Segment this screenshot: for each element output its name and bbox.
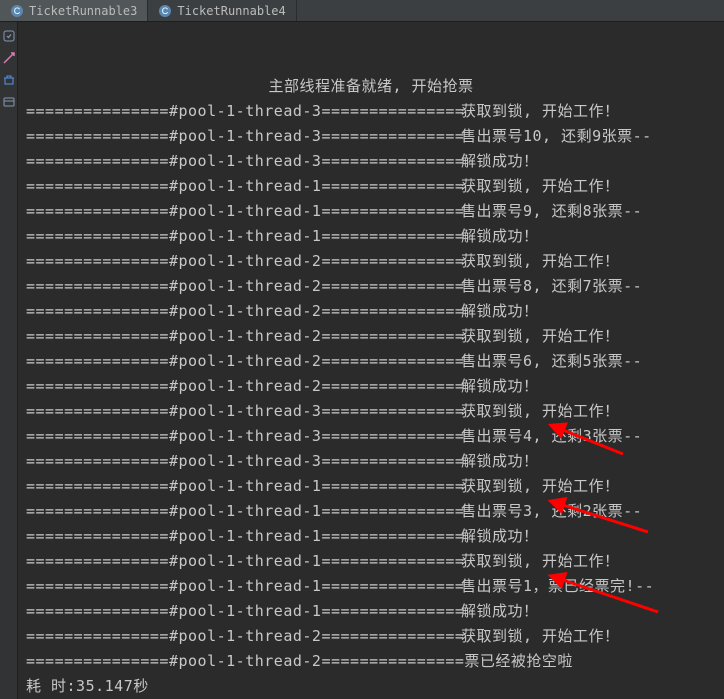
console-message: 获取到锁, 开始工作！ — [461, 174, 620, 199]
console-prefix: ===============#pool-1-thread-3=========… — [26, 99, 461, 124]
tool-button-1[interactable] — [1, 28, 17, 44]
console-message: 获取到锁, 开始工作！ — [461, 399, 620, 424]
console-message: 售出票号1，票已经票完!-- — [461, 574, 654, 599]
console-line: ===============#pool-1-thread-3=========… — [26, 399, 716, 424]
console-message: 解锁成功！ — [461, 299, 539, 324]
console-footer-line: 耗 时:35.147秒 — [26, 674, 716, 699]
console-prefix: ===============#pool-1-thread-3=========… — [26, 124, 461, 149]
console-prefix: ===============#pool-1-thread-3=========… — [26, 449, 461, 474]
console-message: 售出票号9, 还剩8张票-- — [461, 199, 642, 224]
console-prefix: ===============#pool-1-thread-2=========… — [26, 624, 461, 649]
console-prefix: ===============#pool-1-thread-2=========… — [26, 349, 461, 374]
console-line: ===============#pool-1-thread-3=========… — [26, 149, 716, 174]
svg-text:C: C — [14, 6, 21, 16]
console-line: ===============#pool-1-thread-1=========… — [26, 174, 716, 199]
console-line: ===============#pool-1-thread-3=========… — [26, 99, 716, 124]
tab-ticketrunnable3[interactable]: C TicketRunnable3 — [0, 0, 148, 21]
tool-gutter — [0, 22, 18, 699]
console-prefix: ===============#pool-1-thread-1=========… — [26, 474, 461, 499]
console-line: ===============#pool-1-thread-3=========… — [26, 424, 716, 449]
console-line: ===============#pool-1-thread-3=========… — [26, 124, 716, 149]
console-prefix: ===============#pool-1-thread-2=========… — [26, 374, 461, 399]
console-message: 获取到锁, 开始工作！ — [461, 249, 620, 274]
console-line: ===============#pool-1-thread-1=========… — [26, 549, 716, 574]
console-prefix: ===============#pool-1-thread-1=========… — [26, 524, 461, 549]
class-icon: C — [10, 4, 24, 18]
console-message: 售出票号4, 还剩3张票-- — [461, 424, 642, 449]
console-message: 售出票号3, 还剩2张票-- — [461, 499, 642, 524]
console-prefix: ===============#pool-1-thread-2=========… — [26, 299, 461, 324]
console-line: ===============#pool-1-thread-2=========… — [26, 374, 716, 399]
console-prefix: ===============#pool-1-thread-2=========… — [26, 324, 461, 349]
editor-tabs: C TicketRunnable3 C TicketRunnable4 — [0, 0, 724, 22]
console-line: ===============#pool-1-thread-1=========… — [26, 474, 716, 499]
console-message: 获取到锁, 开始工作！ — [461, 474, 620, 499]
console-prefix: ===============#pool-1-thread-1=========… — [26, 549, 461, 574]
tool-button-3[interactable] — [1, 72, 17, 88]
console-message: 获取到锁, 开始工作！ — [461, 324, 620, 349]
svg-text:C: C — [162, 6, 169, 16]
console-message: 解锁成功！ — [461, 449, 539, 474]
console-line: ===============#pool-1-thread-2=========… — [26, 249, 716, 274]
console-line: ===============#pool-1-thread-1=========… — [26, 224, 716, 249]
console-prefix: ===============#pool-1-thread-1=========… — [26, 174, 461, 199]
console-line: ===============#pool-1-thread-2=========… — [26, 349, 716, 374]
console-message: 解锁成功！ — [461, 599, 539, 624]
tool-button-4[interactable] — [1, 94, 17, 110]
console-message: 解锁成功！ — [461, 374, 539, 399]
class-icon: C — [158, 4, 172, 18]
console-line: ===============#pool-1-thread-2=========… — [26, 624, 716, 649]
console-prefix: ===============#pool-1-thread-2=========… — [26, 249, 461, 274]
elapsed-time: 耗 时:35.147秒 — [26, 674, 149, 699]
console-prefix: ===============#pool-1-thread-3=========… — [26, 399, 461, 424]
console-message: 售出票号6, 还剩5张票-- — [461, 349, 642, 374]
console-message: 获取到锁, 开始工作！ — [461, 624, 620, 649]
tab-label: TicketRunnable4 — [177, 4, 285, 18]
console-message: 解锁成功！ — [461, 224, 539, 249]
console-header-line: 主部线程准备就绪, 开始抢票 — [26, 74, 716, 99]
console-message: 获取到锁, 开始工作！ — [461, 99, 620, 124]
console-prefix: ===============#pool-1-thread-2=========… — [26, 274, 461, 299]
console-line: ===============#pool-1-thread-2=========… — [26, 324, 716, 349]
console-text: 主部线程准备就绪, 开始抢票 — [268, 74, 473, 99]
console-prefix: ===============#pool-1-thread-2=========… — [26, 649, 461, 674]
console-message: 解锁成功！ — [461, 149, 539, 174]
console-line: ===============#pool-1-thread-2=========… — [26, 299, 716, 324]
main-area: 主部线程准备就绪, 开始抢票===============#pool-1-thr… — [0, 22, 724, 699]
console-output[interactable]: 主部线程准备就绪, 开始抢票===============#pool-1-thr… — [18, 22, 724, 699]
console-prefix: ===============#pool-1-thread-3=========… — [26, 424, 461, 449]
console-prefix: ===============#pool-1-thread-1=========… — [26, 574, 461, 599]
console-message: 获取到锁, 开始工作！ — [461, 549, 620, 574]
console-line: ===============#pool-1-thread-1=========… — [26, 524, 716, 549]
console-prefix: ===============#pool-1-thread-3=========… — [26, 149, 461, 174]
console-line: ===============#pool-1-thread-1=========… — [26, 199, 716, 224]
console-line: ===============#pool-1-thread-2=========… — [26, 274, 716, 299]
console-message: 售出票号10, 还剩9张票-- — [461, 124, 652, 149]
tab-label: TicketRunnable3 — [29, 4, 137, 18]
console-line: ===============#pool-1-thread-1=========… — [26, 499, 716, 524]
console-prefix: ===============#pool-1-thread-1=========… — [26, 499, 461, 524]
console-message: 解锁成功！ — [461, 524, 539, 549]
console-line: ===============#pool-1-thread-1=========… — [26, 574, 716, 599]
console-line: ===============#pool-1-thread-1=========… — [26, 599, 716, 624]
console-line: ===============#pool-1-thread-3=========… — [26, 449, 716, 474]
console-prefix: ===============#pool-1-thread-1=========… — [26, 599, 461, 624]
console-prefix: ===============#pool-1-thread-1=========… — [26, 224, 461, 249]
tab-ticketrunnable4[interactable]: C TicketRunnable4 — [148, 0, 296, 21]
console-line: ===============#pool-1-thread-2=========… — [26, 649, 716, 674]
console-prefix: ===============#pool-1-thread-1=========… — [26, 199, 461, 224]
console-message: 售出票号8, 还剩7张票-- — [461, 274, 642, 299]
tool-button-2[interactable] — [1, 50, 17, 66]
